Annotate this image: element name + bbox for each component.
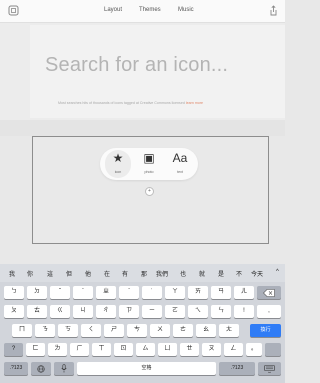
key[interactable]: ㄌ — [48, 343, 67, 356]
candidate-word[interactable]: 他 — [85, 269, 91, 278]
key[interactable]: 。 — [246, 343, 262, 356]
candidate-word[interactable]: 我們 — [156, 269, 168, 278]
key[interactable]: ㄑ — [81, 324, 101, 337]
candidate-word[interactable]: 不 — [236, 269, 242, 278]
section-divider — [0, 120, 285, 136]
key[interactable]: , — [257, 305, 281, 318]
key[interactable]: ㄢ — [211, 286, 231, 299]
key[interactable]: ㄏ — [70, 343, 89, 356]
dictation-key[interactable] — [54, 362, 74, 375]
key[interactable]: ˊ — [119, 286, 139, 299]
filter-photo-label: photo — [144, 170, 154, 174]
expand-candidates-icon[interactable]: ^ — [276, 269, 279, 275]
add-icon[interactable]: + — [145, 187, 154, 196]
key[interactable]: ㄥ — [224, 343, 243, 356]
key[interactable]: ㄙ — [136, 343, 155, 356]
candidate-bar: 我 你 這 但 他 在 有 那 我們 也 就 是 不 今天 ^ — [0, 264, 285, 282]
key[interactable]: ㄖ — [114, 343, 133, 356]
key[interactable]: ˋ — [73, 286, 93, 299]
candidate-word[interactable]: 今天 — [251, 269, 263, 278]
filter-text-label: text — [177, 170, 183, 174]
key[interactable]: ㄘ — [127, 324, 147, 337]
search-input[interactable]: Search for an icon... — [45, 54, 228, 77]
key[interactable]: ㄡ — [202, 343, 221, 356]
space-key[interactable]: 空格 — [77, 362, 216, 375]
candidate-word[interactable]: 那 — [141, 269, 147, 278]
key[interactable]: ㄚ — [165, 286, 185, 299]
key[interactable]: ? — [4, 343, 23, 356]
app-icon[interactable] — [8, 5, 19, 16]
search-subtitle: Most searches hits of thousands of icons… — [58, 101, 203, 105]
key[interactable]: ㄦ — [234, 286, 254, 299]
hide-keyboard-key[interactable] — [258, 362, 281, 375]
mic-icon — [61, 364, 67, 373]
share-icon[interactable] — [268, 5, 279, 16]
key[interactable]: ㄔ — [96, 305, 116, 318]
key[interactable]: ㄆ — [4, 305, 24, 318]
key[interactable]: ㄜ — [173, 324, 193, 337]
text-icon: Aa — [172, 151, 188, 165]
key[interactable]: ! — [234, 305, 254, 318]
key[interactable]: ㄩ — [158, 343, 177, 356]
key[interactable]: ㄉ — [27, 286, 47, 299]
key[interactable]: ㄗ — [119, 305, 139, 318]
key[interactable]: ㄊ — [27, 305, 47, 318]
backspace-icon — [263, 288, 275, 297]
key[interactable]: ㄧ — [142, 305, 162, 318]
key[interactable]: ㄓ — [96, 286, 116, 299]
key[interactable]: ㄝ — [180, 343, 199, 356]
candidate-word[interactable]: 也 — [180, 269, 186, 278]
key[interactable]: ㄟ — [188, 305, 208, 318]
candidate-word[interactable]: 這 — [47, 269, 53, 278]
globe-icon — [37, 364, 45, 373]
key[interactable]: ㄨ — [150, 324, 170, 337]
key[interactable] — [265, 343, 281, 356]
numbers-mode-key[interactable]: .?123 — [219, 362, 255, 375]
candidate-word[interactable]: 你 — [27, 269, 33, 278]
photo-icon: ▣ — [143, 151, 155, 165]
candidate-word[interactable]: 有 — [122, 269, 128, 278]
filter-pill: ★ icon ▣ photo Aa text — [100, 148, 198, 180]
candidate-word[interactable]: 在 — [104, 269, 110, 278]
nav-music-link[interactable]: Music — [178, 7, 194, 13]
backspace-key[interactable] — [257, 286, 281, 299]
key[interactable]: ˇ — [50, 286, 70, 299]
filter-photo-option[interactable]: ▣ photo — [135, 148, 163, 180]
key[interactable]: ㄎ — [58, 324, 78, 337]
filter-icon-label: icon — [114, 170, 122, 174]
learn-more-link[interactable]: learn more — [186, 101, 203, 105]
filter-icon-option[interactable]: ★ icon — [104, 148, 132, 180]
key[interactable]: ㄣ — [211, 305, 231, 318]
key[interactable]: ㄤ — [219, 324, 239, 337]
key[interactable]: ㄈ — [26, 343, 45, 356]
key[interactable]: ㄐ — [73, 305, 93, 318]
top-nav-bar: Layout Themes Music — [0, 0, 285, 23]
candidate-word[interactable]: 我 — [9, 269, 15, 278]
keyboard-hide-icon — [264, 364, 275, 373]
key[interactable]: ㄒ — [92, 343, 111, 356]
numbers-mode-key[interactable]: .?123 — [4, 362, 28, 375]
filter-text-option[interactable]: Aa text — [166, 148, 194, 180]
key[interactable]: ㄅ — [4, 286, 24, 299]
return-key[interactable]: 換行 — [250, 324, 281, 337]
nav-layout-link[interactable]: Layout — [104, 7, 122, 13]
key[interactable]: ㄕ — [104, 324, 124, 337]
key[interactable]: ㄋ — [35, 324, 55, 337]
nav-themes-link[interactable]: Themes — [139, 7, 161, 13]
key[interactable]: ㄠ — [196, 324, 216, 337]
key[interactable]: ˙ — [142, 286, 162, 299]
candidate-word[interactable]: 但 — [66, 269, 72, 278]
candidate-word[interactable]: 就 — [199, 269, 205, 278]
candidate-word[interactable]: 是 — [218, 269, 224, 278]
subtitle-text: Most searches hits of thousands of icons… — [58, 101, 185, 105]
key[interactable]: ㄞ — [188, 286, 208, 299]
key[interactable]: ㄍ — [50, 305, 70, 318]
zhuyin-keyboard: ㄅ ㄉ ˇ ˋ ㄓ ˊ ˙ ㄚ ㄞ ㄢ ㄦ ㄆ ㄊ ㄍ ㄐ ㄔ ㄗ ㄧ ㄛ ㄟ … — [0, 282, 285, 383]
key[interactable]: ㄛ — [165, 305, 185, 318]
globe-key[interactable] — [31, 362, 51, 375]
key[interactable]: ㄇ — [12, 324, 32, 337]
star-icon: ★ — [112, 151, 124, 165]
